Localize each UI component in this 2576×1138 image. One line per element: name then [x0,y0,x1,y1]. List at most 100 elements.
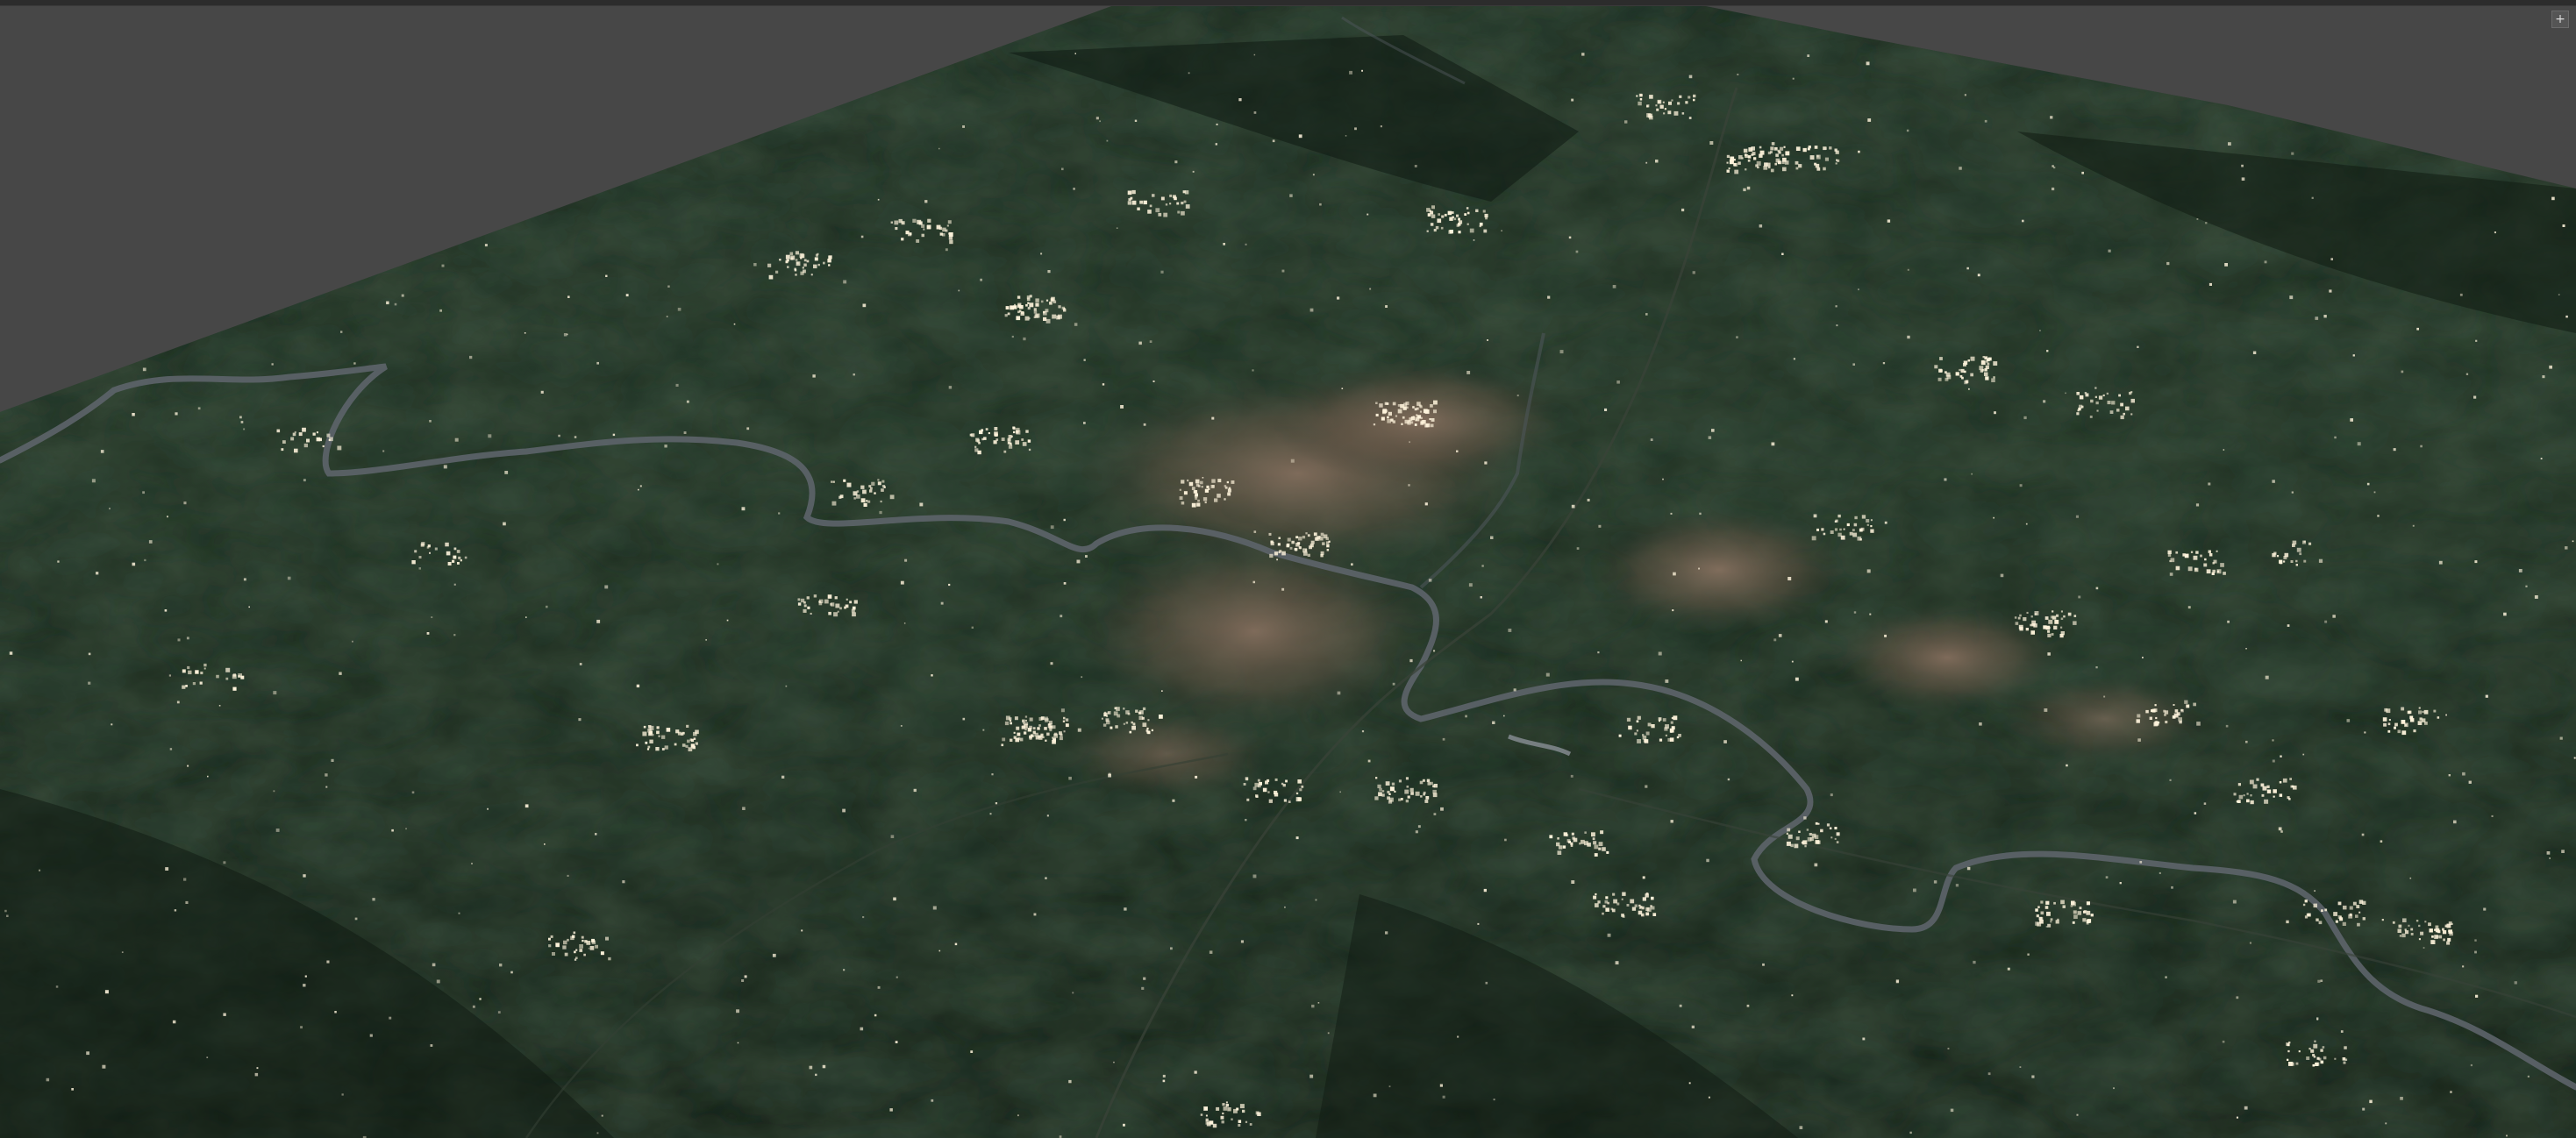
settlement-light [917,219,922,224]
settlement-light [457,562,460,565]
settlement-light [1133,723,1136,726]
settlement-light [2431,935,2434,938]
settlement-light [1212,1123,1217,1128]
settlement-light [1655,104,1658,107]
terrain-3d-viewport[interactable] [0,0,2576,1138]
settlement-light [1645,785,1648,788]
settlement-light [1388,793,1391,795]
settlement-light [790,257,794,260]
settlement-light [1806,829,1809,831]
settlement-light [807,606,810,609]
settlement-light [779,259,781,261]
settlement-light [1638,910,1643,915]
settlement-light [2233,793,2237,796]
settlement-light [1398,779,1402,783]
settlement-light [579,663,582,665]
settlement-light [2060,900,2065,905]
settlement-light [1814,146,1818,149]
settlement-light [1432,785,1435,788]
settlement-light [1598,847,1602,850]
settlement-light [1010,443,1012,446]
settlement-light [1242,1109,1245,1113]
settlement-light [2019,614,2022,617]
settlement-light [1737,74,1739,75]
settlement-light [2053,901,2056,905]
settlement-light [1728,167,1730,170]
settlement-light [1656,108,1659,111]
settlement-light [2046,911,2051,916]
settlement-light [877,198,880,201]
settlement-light [1077,728,1081,732]
settlement-light [1033,913,1037,916]
settlement-light [1964,94,1966,96]
settlement-light [1179,496,1183,500]
add-view-button[interactable]: + [2551,11,2569,28]
settlement-light [464,556,467,559]
settlement-light [1123,722,1125,725]
settlement-light [1726,154,1730,158]
settlement-light [686,724,689,728]
settlement-light [394,302,397,306]
settlement-light [1063,582,1067,585]
settlement-light [2394,722,2398,727]
settlement-light [853,497,856,500]
settlement-light [2227,620,2230,623]
settlement-light [1456,450,1459,452]
settlement-light [276,429,281,433]
settlement-light [2323,1056,2327,1060]
settlement-light [2212,569,2216,573]
settlement-light [661,735,666,739]
settlement-light [1227,492,1231,496]
settlement-light [460,558,462,562]
settlement-light [1152,381,1155,382]
settlement-light [487,807,489,810]
settlement-light [1783,146,1786,148]
settlement-light [2047,652,2051,656]
settlement-light [1430,781,1433,786]
settlement-light [2549,857,2551,859]
settlement-light [2266,789,2272,793]
settlement-light [2165,721,2168,724]
settlement-light [812,374,816,378]
settlement-light [866,500,868,502]
settlement-light [584,940,588,943]
settlement-light [1679,95,1682,98]
settlement-light [817,263,820,267]
settlement-light [2397,928,2401,933]
settlement-light [2022,219,2024,223]
settlement-light [1002,737,1006,742]
settlement-light [1025,303,1028,307]
settlement-light [2039,919,2044,923]
settlement-light [1802,147,1807,153]
settlement-light [2079,907,2082,910]
settlement-light [2506,1134,2508,1137]
settlement-light [1416,414,1418,416]
settlement-light [871,481,875,486]
settlement-light [1315,899,1317,901]
settlement-light [546,605,548,608]
settlement-light [1415,791,1420,796]
settlement-light [2184,700,2188,704]
settlement-light [1433,409,1437,414]
settlement-light [2318,558,2323,563]
settlement-light [1685,101,1688,104]
settlement-light [203,667,206,670]
settlement-light [879,510,882,515]
settlement-light [1836,159,1838,161]
settlement-light [2060,610,2063,613]
settlement-light [2044,616,2049,620]
settlement-light [2429,928,2433,933]
settlement-light [813,594,817,598]
settlement-light [2417,721,2423,725]
settlement-light [558,434,560,437]
settlement-light [1302,536,1306,539]
settlement-light [579,949,583,952]
settlement-light [1283,799,1287,802]
settlement-light [1129,730,1132,734]
settlement-light [326,960,330,964]
settlement-light [503,522,506,526]
settlement-light [1113,1061,1115,1063]
settlement-light [1012,426,1016,430]
settlement-light [1063,716,1066,720]
settlement-light [645,741,648,744]
